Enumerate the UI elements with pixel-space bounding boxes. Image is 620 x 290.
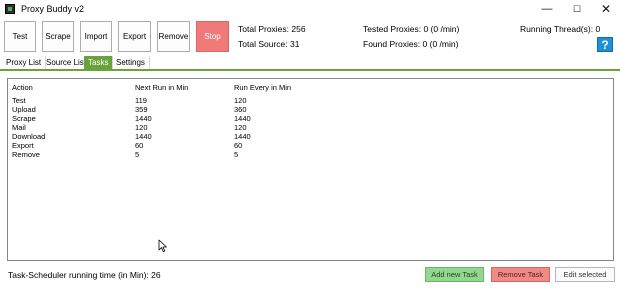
add-task-button[interactable]: Add new Task bbox=[425, 267, 484, 282]
cell-action: Download bbox=[12, 132, 46, 141]
stop-button[interactable]: Stop bbox=[196, 21, 229, 52]
running-threads-label: Running Thread(s): 0 bbox=[520, 24, 601, 34]
cell-next-run: 120 bbox=[135, 123, 148, 132]
scrape-button[interactable]: Scrape bbox=[42, 21, 74, 52]
cell-run-every: 120 bbox=[234, 123, 247, 132]
cell-action: Remove bbox=[12, 150, 40, 159]
close-button[interactable]: ✕ bbox=[591, 0, 620, 18]
cell-run-every: 1440 bbox=[234, 132, 251, 141]
export-button[interactable]: Export bbox=[118, 21, 151, 52]
remove-button[interactable]: Remove bbox=[157, 21, 190, 52]
cell-run-every: 1440 bbox=[234, 114, 251, 123]
cell-next-run: 60 bbox=[135, 141, 144, 150]
cell-run-every: 360 bbox=[234, 105, 247, 114]
cell-action: Export bbox=[12, 141, 34, 150]
maximize-button[interactable]: ☐ bbox=[562, 0, 592, 18]
tasks-list[interactable]: Action Next Run in Min Run Every in Min … bbox=[7, 78, 614, 261]
title-bar: Proxy Buddy v2 — ☐ ✕ bbox=[0, 0, 620, 20]
cell-action: Scrape bbox=[12, 114, 36, 123]
cell-next-run: 119 bbox=[135, 96, 147, 105]
total-proxies-label: Total Proxies: 256 bbox=[238, 24, 306, 34]
tab-tasks[interactable]: Tasks bbox=[84, 56, 114, 70]
scheduler-runtime-label: Task-Scheduler running time (in Min): 26 bbox=[8, 270, 161, 280]
table-row[interactable]: Download 1440 1440 bbox=[8, 132, 613, 141]
table-row[interactable]: Remove 5 5 bbox=[8, 150, 613, 159]
app-icon bbox=[5, 4, 15, 14]
cell-next-run: 5 bbox=[135, 150, 140, 159]
import-button[interactable]: Import bbox=[80, 21, 112, 52]
mouse-pointer-icon bbox=[158, 239, 167, 252]
minimize-button[interactable]: — bbox=[532, 0, 562, 18]
column-header-next-run[interactable]: Next Run in Min bbox=[135, 83, 188, 92]
cell-action: Test bbox=[12, 96, 26, 105]
cell-run-every: 5 bbox=[234, 150, 239, 159]
tested-proxies-label: Tested Proxies: 0 (0 /min) bbox=[363, 24, 460, 34]
table-row[interactable]: Export 60 60 bbox=[8, 141, 613, 150]
tab-underline bbox=[0, 69, 620, 71]
table-row[interactable]: Scrape 1440 1440 bbox=[8, 114, 613, 123]
cell-next-run: 359 bbox=[135, 105, 148, 114]
table-row[interactable]: Upload 359 360 bbox=[8, 105, 613, 114]
help-icon[interactable]: ? bbox=[597, 37, 613, 52]
cell-run-every: 60 bbox=[234, 141, 243, 150]
cell-run-every: 120 bbox=[234, 96, 247, 105]
table-row[interactable]: Test 119 120 bbox=[8, 96, 613, 105]
column-header-run-every[interactable]: Run Every in Min bbox=[234, 83, 291, 92]
tab-proxy-list[interactable]: Proxy List bbox=[2, 56, 47, 69]
cell-next-run: 1440 bbox=[135, 114, 152, 123]
remove-task-button[interactable]: Remove Task bbox=[491, 267, 550, 282]
total-source-label: Total Source: 31 bbox=[238, 39, 300, 49]
test-button[interactable]: Test bbox=[4, 21, 36, 52]
window-title: Proxy Buddy v2 bbox=[21, 4, 85, 14]
column-header-action[interactable]: Action bbox=[12, 83, 33, 92]
found-proxies-label: Found Proxies: 0 (0 /min) bbox=[363, 39, 459, 49]
tab-settings[interactable]: Settings bbox=[112, 56, 150, 69]
table-row[interactable]: Mail 120 120 bbox=[8, 123, 613, 132]
edit-selected-button[interactable]: Edit selected bbox=[555, 267, 615, 282]
cell-next-run: 1440 bbox=[135, 132, 152, 141]
cell-action: Upload bbox=[12, 105, 36, 114]
cell-action: Mail bbox=[12, 123, 26, 132]
